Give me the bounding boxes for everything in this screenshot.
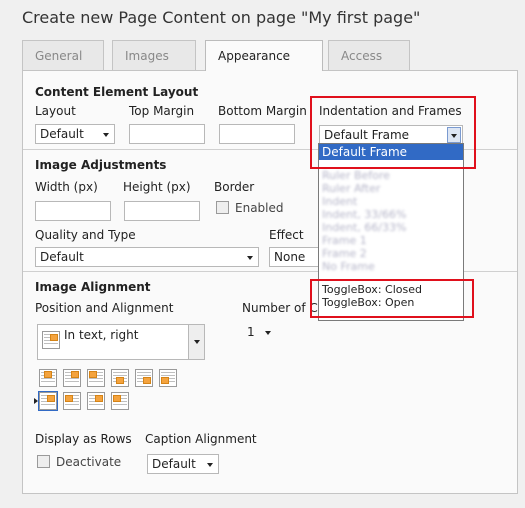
columns-select-value: 1 [247, 325, 255, 339]
chevron-down-icon [207, 463, 213, 467]
caption-select[interactable]: Default [147, 454, 219, 474]
quality-select-value: Default [40, 250, 84, 264]
position-label: Position and Alignment [35, 301, 174, 315]
tab-general[interactable]: General [22, 40, 104, 70]
rows-checkbox[interactable] [37, 455, 50, 468]
tab-images[interactable]: Images [112, 40, 196, 70]
dropdown-option[interactable]: Frame 2 [319, 247, 463, 260]
tab-appearance[interactable]: Appearance [205, 40, 323, 71]
dropdown-option[interactable]: No Frame [319, 260, 463, 273]
border-label: Border [214, 180, 255, 194]
layout-label: Layout [35, 104, 76, 118]
quality-label: Quality and Type [35, 228, 136, 242]
position-select-value: In text, right [64, 328, 139, 342]
beside-text-left-icon[interactable] [111, 392, 129, 410]
frames-select[interactable]: Default Frame [319, 125, 463, 145]
caption-label: Caption Alignment [145, 432, 257, 446]
beside-text-right-icon[interactable] [87, 392, 105, 410]
columns-select[interactable]: 1 [243, 323, 279, 343]
align-below-right-icon[interactable] [135, 369, 153, 387]
dropdown-option[interactable]: Indent, 66/33% [319, 221, 463, 234]
tab-bar: General Images Appearance Access [22, 40, 492, 71]
width-label: Width (px) [35, 180, 98, 194]
content-layout-title: Content Element Layout [35, 85, 199, 99]
height-label: Height (px) [123, 180, 191, 194]
chevron-down-icon [247, 256, 253, 260]
dropdown-option-togglebox-open[interactable]: ToggleBox: Open [319, 296, 463, 309]
chevron-down-icon [265, 331, 271, 335]
frames-dropdown-list: Default Frame Ruler Before Ruler After I… [318, 143, 464, 321]
page-title: Create new Page Content on page "My firs… [22, 8, 421, 27]
align-above-right-icon[interactable] [63, 369, 81, 387]
dropdown-option-togglebox-closed[interactable]: ToggleBox: Closed [319, 283, 463, 296]
caption-select-value: Default [152, 457, 196, 471]
position-select[interactable]: In text, right [37, 324, 205, 360]
width-input[interactable] [35, 201, 111, 221]
in-text-right-icon [42, 331, 60, 349]
image-adjustments-title: Image Adjustments [35, 158, 167, 172]
in-text-left-icon[interactable] [63, 392, 81, 410]
border-checkbox[interactable] [216, 201, 229, 214]
frames-select-value: Default Frame [324, 128, 410, 142]
border-checkbox-label: Enabled [235, 201, 284, 215]
dropdown-option[interactable]: Indent, 33/66% [319, 208, 463, 221]
top-margin-input[interactable] [129, 124, 205, 144]
image-alignment-title: Image Alignment [35, 280, 151, 294]
height-input[interactable] [124, 201, 200, 221]
rows-checkbox-label: Deactivate [56, 455, 122, 469]
chevron-down-icon [103, 133, 109, 137]
bottom-margin-label: Bottom Margin [218, 104, 307, 118]
align-below-left-icon[interactable] [159, 369, 177, 387]
dropdown-option[interactable]: Default Frame [319, 144, 463, 160]
dropdown-option[interactable]: Ruler Before [319, 169, 463, 182]
effect-select-value: None [274, 250, 306, 264]
bottom-margin-input[interactable] [219, 124, 295, 144]
rows-label: Display as Rows [35, 432, 132, 446]
align-above-center-icon[interactable] [39, 369, 57, 387]
top-margin-label: Top Margin [129, 104, 195, 118]
quality-select[interactable]: Default [35, 247, 259, 267]
frames-label: Indentation and Frames [319, 104, 462, 118]
dropdown-option[interactable]: Frame 1 [319, 234, 463, 247]
selection-pointer-icon [34, 398, 38, 404]
layout-select[interactable]: Default [35, 124, 115, 144]
align-below-center-icon[interactable] [111, 369, 129, 387]
effect-label: Effect [269, 228, 304, 242]
align-above-left-icon[interactable] [87, 369, 105, 387]
dropdown-option[interactable]: Indent [319, 195, 463, 208]
chevron-down-icon[interactable] [188, 325, 204, 359]
chevron-down-icon [451, 134, 457, 138]
tab-access[interactable]: Access [328, 40, 410, 70]
dropdown-option[interactable]: Ruler After [319, 182, 463, 195]
layout-select-value: Default [40, 127, 84, 141]
in-text-right-option-icon[interactable] [38, 391, 58, 411]
